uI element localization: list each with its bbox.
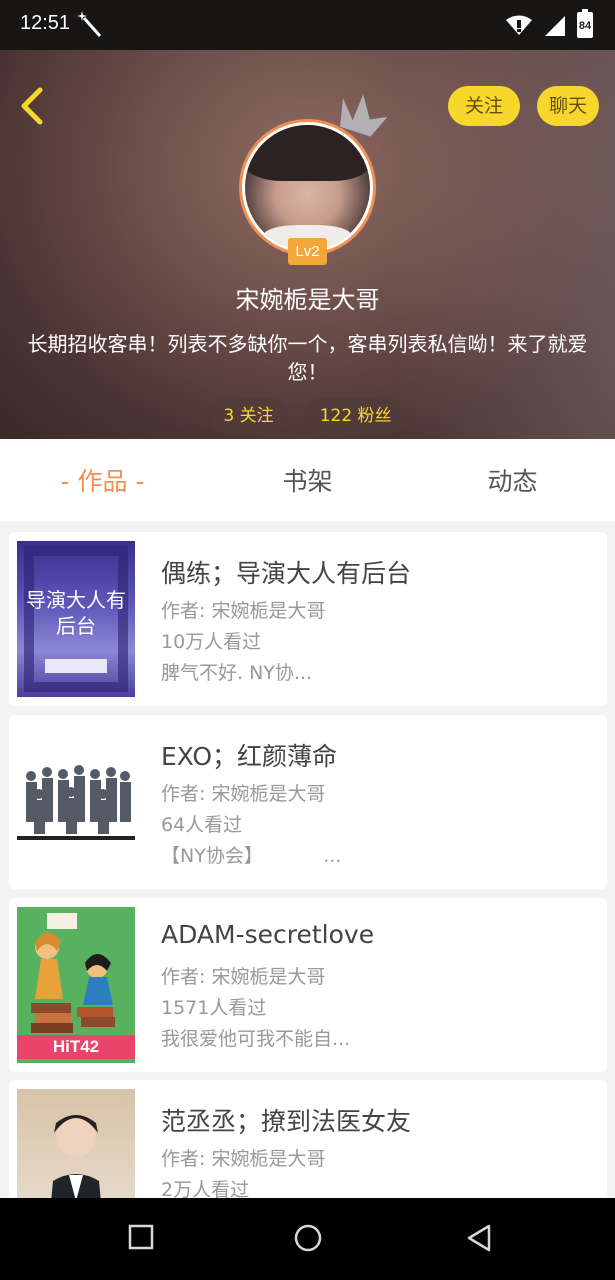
avatar[interactable] — [239, 119, 376, 256]
status-time: 12:51 — [20, 12, 71, 34]
book-description: 【NY协会】 ... — [161, 845, 342, 867]
works-list: 导演大人有后台 偶练；导演大人有后台 作者: 宋婉栀是大哥 10万人看过 脾气不… — [0, 521, 615, 1198]
recent-apps-icon[interactable] — [127, 1223, 155, 1251]
profile-bio: 长期招收客串！列表不多缺你一个，客串列表私信呦！来了就爱您！ — [27, 332, 588, 384]
wifi-icon — [506, 15, 532, 35]
list-item[interactable]: EXO；红颜薄命 作者: 宋婉栀是大哥 64人看过 【NY协会】 ... — [9, 715, 607, 889]
book-cover — [17, 724, 135, 880]
following-count[interactable]: 3 关注 — [209, 398, 288, 434]
magic-wand-icon — [77, 11, 102, 37]
signal-icon — [545, 16, 565, 36]
book-author: 作者: 宋婉栀是大哥 — [161, 600, 326, 622]
battery-icon: 84 — [577, 9, 593, 38]
cover-text: 导演大人有后台 — [26, 588, 126, 638]
list-item[interactable]: 导演大人有后台 偶练；导演大人有后台 作者: 宋婉栀是大哥 10万人看过 脾气不… — [9, 532, 607, 706]
home-icon[interactable] — [293, 1223, 323, 1253]
list-item[interactable]: HiT42 ADAM-secretlove 作者: 宋婉栀是大哥 1571人看过… — [9, 898, 607, 1072]
chat-button[interactable]: 聊天 — [537, 86, 599, 126]
followers-count[interactable]: 122 粉丝 — [305, 398, 406, 434]
tab-bookshelf[interactable]: 书架 — [205, 439, 410, 521]
book-cover: 导演大人有后台 — [17, 541, 135, 697]
book-author: 作者: 宋婉栀是大哥 — [161, 966, 326, 988]
book-description: 脾气不好. NY协... — [161, 662, 313, 684]
follow-button[interactable]: 关注 — [448, 86, 520, 126]
username: 宋婉栀是大哥 — [235, 286, 380, 314]
back-nav-icon[interactable] — [465, 1223, 493, 1253]
profile-tabs: - 作品 - 书架 动态 — [0, 439, 615, 521]
book-views: 10万人看过 — [161, 631, 262, 653]
profile-header: 关注 聊天 Lv2 宋婉栀是大哥 长期招收客串！列表不多缺你一个，客串列表私信呦… — [0, 50, 615, 439]
book-views: 2万人看过 — [161, 1179, 250, 1198]
status-bar: 12:51 84 — [0, 0, 615, 50]
book-description: 我很爱他可我不能自... — [161, 1028, 351, 1050]
book-views: 1571人看过 — [161, 997, 267, 1019]
status-icons: 84 — [505, 9, 593, 38]
tab-activity[interactable]: 动态 — [410, 439, 615, 521]
book-title: 偶练；导演大人有后台 — [161, 559, 412, 588]
navigation-bar — [0, 1198, 615, 1280]
book-cover: HiT42 — [17, 907, 135, 1063]
avatar-image — [245, 125, 370, 250]
book-author: 作者: 宋婉栀是大哥 — [161, 1148, 326, 1170]
book-title: ADAM-secretlove — [161, 920, 375, 949]
book-author: 作者: 宋婉栀是大哥 — [161, 783, 326, 805]
list-item[interactable]: 范丞丞；撩到法医女友 作者: 宋婉栀是大哥 2万人看过 — [9, 1080, 607, 1198]
book-cover — [17, 1089, 135, 1198]
level-badge: Lv2 — [288, 238, 327, 265]
book-title: EXO；红颜薄命 — [161, 742, 338, 771]
profile-stats: 3 关注 122 粉丝 — [0, 398, 615, 434]
back-arrow-icon[interactable] — [18, 86, 46, 126]
book-views: 64人看过 — [161, 814, 243, 836]
tab-works[interactable]: - 作品 - — [0, 439, 205, 521]
cover-text: HiT42 — [17, 1035, 135, 1059]
book-title: 范丞丞；撩到法医女友 — [161, 1107, 412, 1136]
